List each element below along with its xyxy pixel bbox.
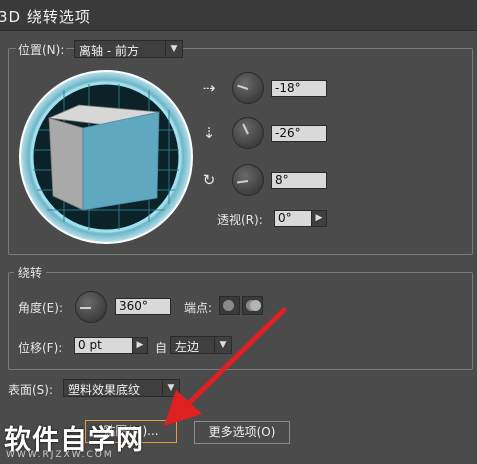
title-bar: 3D 绕转选项 xyxy=(0,0,477,31)
x-rotation-knob[interactable] xyxy=(232,72,264,104)
offset-field[interactable]: 0 pt xyxy=(74,337,134,354)
offset-label: 位移(F): xyxy=(18,341,63,355)
revolve-legend: 绕转 xyxy=(14,264,47,281)
z-rotation-knob[interactable] xyxy=(232,164,264,196)
cube-side-face xyxy=(48,117,84,211)
perspective-field[interactable]: 0° xyxy=(274,210,312,227)
position-preset-value: 离轴 - 前方 xyxy=(79,44,139,58)
y-rotation-knob[interactable] xyxy=(232,117,264,149)
cube-front-face xyxy=(82,111,160,211)
x-axis-rotate-icon: ⇢ xyxy=(202,79,216,97)
y-rotation-field[interactable]: -26° xyxy=(271,125,327,142)
z-rotation-field[interactable]: 8° xyxy=(271,172,327,189)
x-rotation-field[interactable]: -18° xyxy=(271,80,327,97)
angle-knob[interactable] xyxy=(75,291,107,323)
surface-value: 塑料效果底纹 xyxy=(68,383,141,397)
surface-label: 表面(S): xyxy=(8,383,54,397)
position-preset-dropdown[interactable]: 离轴 - 前方 ▼ xyxy=(74,40,183,58)
dropdown-arrow-icon: ▼ xyxy=(165,41,182,57)
y-axis-rotate-icon: ⇣ xyxy=(202,124,216,142)
angle-label: 角度(E): xyxy=(18,301,63,315)
cube-preview[interactable] xyxy=(19,70,193,244)
offset-arrow-icon[interactable]: ▶ xyxy=(132,337,148,354)
perspective-label: 透视(R): xyxy=(217,213,263,227)
perspective-arrow-icon[interactable]: ▶ xyxy=(311,210,327,227)
window-title: 3D 绕转选项 xyxy=(0,8,91,26)
z-axis-rotate-icon: ↻ xyxy=(202,171,216,189)
position-label: 位置(N): xyxy=(16,41,67,58)
watermark-url: WWW.RJZXW.COM xyxy=(6,450,114,460)
red-arrow-annotation xyxy=(164,307,287,426)
